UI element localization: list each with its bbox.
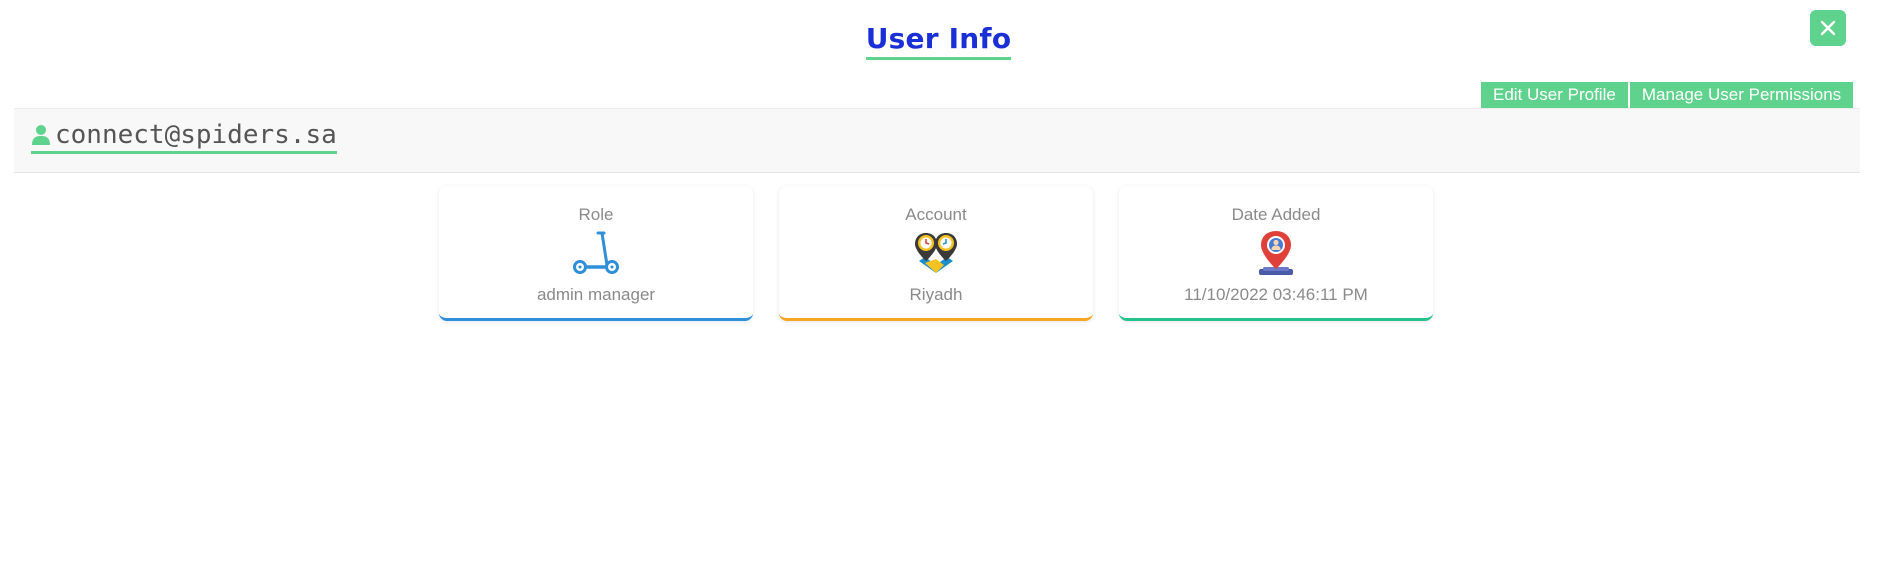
page-title-wrapper: User Info xyxy=(0,22,1877,60)
date-added-card: Date Added 11/10/2022 03:46:11 PM xyxy=(1119,186,1433,321)
user-email-bar: connect@spiders.sa xyxy=(14,108,1860,173)
user-info-modal: User Info Edit User Profile Manage User … xyxy=(0,0,1877,587)
date-added-label: Date Added xyxy=(1231,205,1321,224)
account-label: Account xyxy=(905,205,967,224)
account-card: Account Riyadh xyxy=(779,186,1093,321)
info-cards: Role admin manager Account Riyadh Date A… xyxy=(439,186,1433,321)
role-value: admin manager xyxy=(536,285,656,304)
page-title: User Info xyxy=(865,22,1012,60)
role-label: Role xyxy=(578,205,614,224)
user-icon xyxy=(32,125,50,145)
role-card: Role admin manager xyxy=(439,186,753,321)
location-pin-icon xyxy=(1259,231,1293,275)
account-value: Riyadh xyxy=(909,285,963,304)
action-buttons: Edit User Profile Manage User Permission… xyxy=(1481,82,1854,108)
clock-pins-icon xyxy=(915,233,957,273)
user-email-group: connect@spiders.sa xyxy=(31,120,337,154)
manage-user-permissions-button[interactable]: Manage User Permissions xyxy=(1629,82,1854,108)
edit-user-profile-button[interactable]: Edit User Profile xyxy=(1481,82,1628,108)
date-added-value: 11/10/2022 03:46:11 PM xyxy=(1184,285,1368,304)
scooter-icon xyxy=(573,231,619,274)
user-email: connect@spiders.sa xyxy=(55,120,337,150)
